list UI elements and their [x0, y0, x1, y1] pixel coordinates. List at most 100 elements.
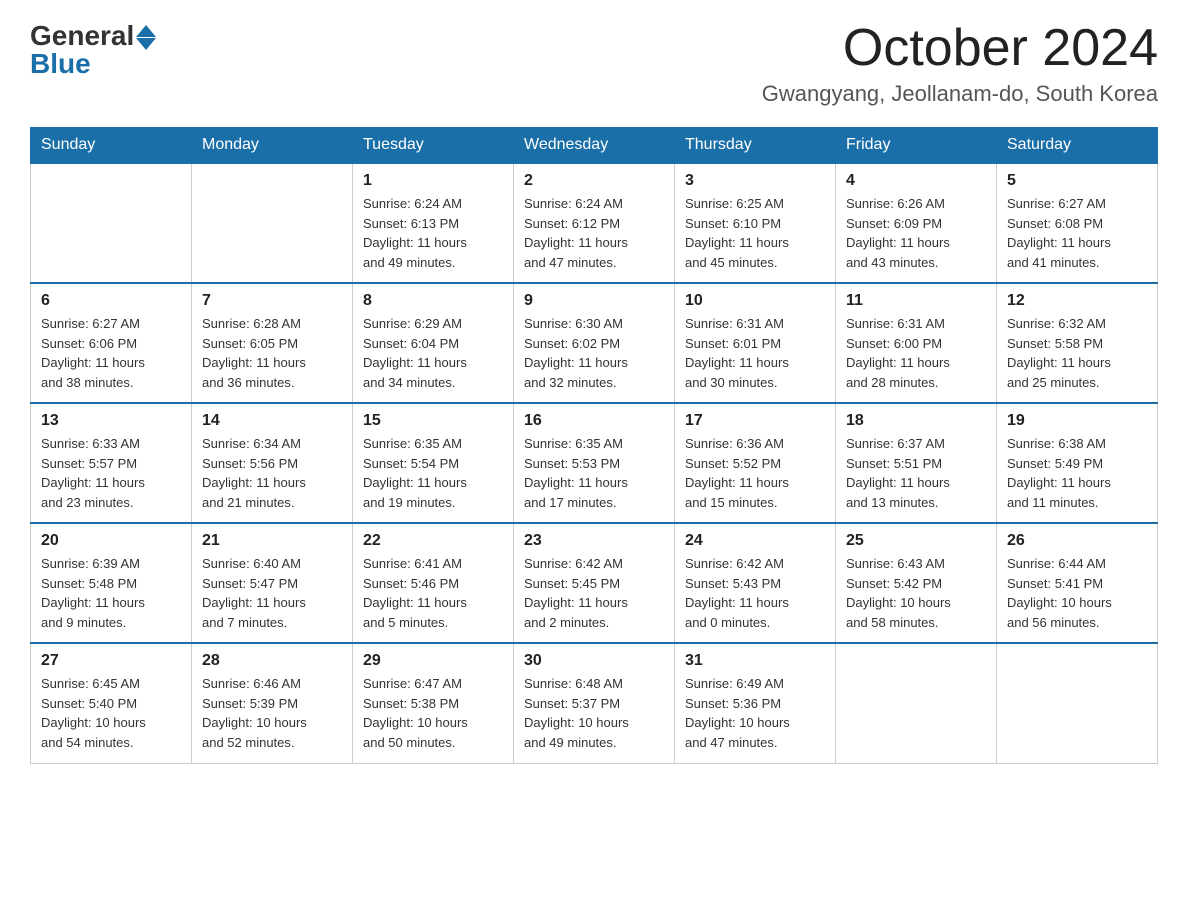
weekday-header-row: SundayMondayTuesdayWednesdayThursdayFrid… — [31, 128, 1158, 164]
day-info: Sunrise: 6:48 AM Sunset: 5:37 PM Dayligh… — [524, 674, 664, 752]
day-number: 23 — [524, 532, 664, 550]
day-number: 17 — [685, 412, 825, 430]
calendar-day-25: 25Sunrise: 6:43 AM Sunset: 5:42 PM Dayli… — [836, 523, 997, 643]
logo-blue: Blue — [30, 48, 91, 80]
day-info: Sunrise: 6:42 AM Sunset: 5:43 PM Dayligh… — [685, 554, 825, 632]
calendar-day-empty — [31, 163, 192, 283]
day-number: 27 — [41, 652, 181, 670]
day-number: 7 — [202, 292, 342, 310]
weekday-header-thursday: Thursday — [675, 128, 836, 164]
calendar-day-13: 13 Sunrise: 6:33 AM Sunset: 5:57 PM Dayli… — [31, 403, 192, 523]
calendar-day-30: 30 Sunrise: 6:48 AM Sunset: 5:37 PM Dayli… — [514, 643, 675, 763]
day-info: Sunrise: 6:41 AM Sunset: 5:46 PM Dayligh… — [363, 554, 503, 632]
calendar-day-23: 23 Sunrise: 6:42 AM Sunset: 5:45 PM Dayli… — [514, 523, 675, 643]
calendar-day-14: 14 Sunrise: 6:34 AM Sunset: 5:56 PM Dayli… — [192, 403, 353, 523]
day-number: 11 — [846, 292, 986, 310]
day-number: 15 — [363, 412, 503, 430]
calendar-day-16: 16 Sunrise: 6:35 AM Sunset: 5:53 PM Dayli… — [514, 403, 675, 523]
day-info: Sunrise: 6:46 AM Sunset: 5:39 PM Dayligh… — [202, 674, 342, 752]
day-number: 12 — [1007, 292, 1147, 310]
calendar-day-17: 17Sunrise: 6:36 AM Sunset: 5:52 PM Dayli… — [675, 403, 836, 523]
day-number: 19 — [1007, 412, 1147, 430]
calendar-day-27: 27 Sunrise: 6:45 AM Sunset: 5:40 PM Dayli… — [31, 643, 192, 763]
calendar-day-29: 29 Sunrise: 6:47 AM Sunset: 5:38 PM Dayli… — [353, 643, 514, 763]
day-info: Sunrise: 6:31 AM Sunset: 6:01 PM Dayligh… — [685, 314, 825, 392]
calendar-day-2: 2 Sunrise: 6:24 AM Sunset: 6:12 PM Daylig… — [514, 163, 675, 283]
calendar-day-26: 26 Sunrise: 6:44 AM Sunset: 5:41 PM Dayli… — [997, 523, 1158, 643]
day-number: 29 — [363, 652, 503, 670]
day-number: 3 — [685, 172, 825, 190]
day-info: Sunrise: 6:33 AM Sunset: 5:57 PM Dayligh… — [41, 434, 181, 512]
day-info: Sunrise: 6:35 AM Sunset: 5:53 PM Dayligh… — [524, 434, 664, 512]
day-info: Sunrise: 6:49 AM Sunset: 5:36 PM Dayligh… — [685, 674, 825, 752]
weekday-header-saturday: Saturday — [997, 128, 1158, 164]
day-number: 20 — [41, 532, 181, 550]
day-info: Sunrise: 6:47 AM Sunset: 5:38 PM Dayligh… — [363, 674, 503, 752]
calendar-week-row: 13 Sunrise: 6:33 AM Sunset: 5:57 PM Dayli… — [31, 403, 1158, 523]
day-info: Sunrise: 6:26 AM Sunset: 6:09 PM Dayligh… — [846, 194, 986, 272]
calendar-day-15: 15 Sunrise: 6:35 AM Sunset: 5:54 PM Dayli… — [353, 403, 514, 523]
day-number: 1 — [363, 172, 503, 190]
day-number: 26 — [1007, 532, 1147, 550]
day-info: Sunrise: 6:30 AM Sunset: 6:02 PM Dayligh… — [524, 314, 664, 392]
day-number: 16 — [524, 412, 664, 430]
weekday-header-tuesday: Tuesday — [353, 128, 514, 164]
calendar-week-row: 6 Sunrise: 6:27 AM Sunset: 6:06 PM Daylig… — [31, 283, 1158, 403]
calendar-day-10: 10 Sunrise: 6:31 AM Sunset: 6:01 PM Dayli… — [675, 283, 836, 403]
calendar-day-21: 21 Sunrise: 6:40 AM Sunset: 5:47 PM Dayli… — [192, 523, 353, 643]
weekday-header-monday: Monday — [192, 128, 353, 164]
day-number: 14 — [202, 412, 342, 430]
day-info: Sunrise: 6:40 AM Sunset: 5:47 PM Dayligh… — [202, 554, 342, 632]
day-info: Sunrise: 6:39 AM Sunset: 5:48 PM Dayligh… — [41, 554, 181, 632]
day-number: 30 — [524, 652, 664, 670]
month-year-title: October 2024 — [762, 20, 1158, 77]
day-number: 24 — [685, 532, 825, 550]
day-number: 28 — [202, 652, 342, 670]
day-info: Sunrise: 6:25 AM Sunset: 6:10 PM Dayligh… — [685, 194, 825, 272]
calendar-day-5: 5 Sunrise: 6:27 AM Sunset: 6:08 PM Daylig… — [997, 163, 1158, 283]
calendar-day-9: 9Sunrise: 6:30 AM Sunset: 6:02 PM Daylig… — [514, 283, 675, 403]
day-number: 5 — [1007, 172, 1147, 190]
day-number: 25 — [846, 532, 986, 550]
calendar-day-12: 12 Sunrise: 6:32 AM Sunset: 5:58 PM Dayli… — [997, 283, 1158, 403]
calendar-day-22: 22 Sunrise: 6:41 AM Sunset: 5:46 PM Dayli… — [353, 523, 514, 643]
calendar-day-empty — [192, 163, 353, 283]
title-area: October 2024 Gwangyang, Jeollanam-do, So… — [762, 20, 1158, 107]
page-header: General Blue October 2024 Gwangyang, Jeo… — [30, 20, 1158, 107]
day-number: 18 — [846, 412, 986, 430]
day-info: Sunrise: 6:35 AM Sunset: 5:54 PM Dayligh… — [363, 434, 503, 512]
calendar-day-4: 4 Sunrise: 6:26 AM Sunset: 6:09 PM Daylig… — [836, 163, 997, 283]
day-number: 21 — [202, 532, 342, 550]
day-number: 4 — [846, 172, 986, 190]
day-number: 22 — [363, 532, 503, 550]
day-info: Sunrise: 6:32 AM Sunset: 5:58 PM Dayligh… — [1007, 314, 1147, 392]
calendar-day-1: 1Sunrise: 6:24 AM Sunset: 6:13 PM Daylig… — [353, 163, 514, 283]
location-subtitle: Gwangyang, Jeollanam-do, South Korea — [762, 81, 1158, 107]
day-number: 10 — [685, 292, 825, 310]
calendar-week-row: 20 Sunrise: 6:39 AM Sunset: 5:48 PM Dayli… — [31, 523, 1158, 643]
calendar-day-18: 18 Sunrise: 6:37 AM Sunset: 5:51 PM Dayli… — [836, 403, 997, 523]
day-info: Sunrise: 6:38 AM Sunset: 5:49 PM Dayligh… — [1007, 434, 1147, 512]
day-number: 2 — [524, 172, 664, 190]
day-info: Sunrise: 6:34 AM Sunset: 5:56 PM Dayligh… — [202, 434, 342, 512]
day-info: Sunrise: 6:24 AM Sunset: 6:12 PM Dayligh… — [524, 194, 664, 272]
day-number: 8 — [363, 292, 503, 310]
weekday-header-friday: Friday — [836, 128, 997, 164]
day-number: 6 — [41, 292, 181, 310]
day-info: Sunrise: 6:45 AM Sunset: 5:40 PM Dayligh… — [41, 674, 181, 752]
calendar-day-empty — [997, 643, 1158, 763]
day-info: Sunrise: 6:37 AM Sunset: 5:51 PM Dayligh… — [846, 434, 986, 512]
calendar-table: SundayMondayTuesdayWednesdayThursdayFrid… — [30, 127, 1158, 764]
day-info: Sunrise: 6:44 AM Sunset: 5:41 PM Dayligh… — [1007, 554, 1147, 632]
day-info: Sunrise: 6:29 AM Sunset: 6:04 PM Dayligh… — [363, 314, 503, 392]
day-info: Sunrise: 6:27 AM Sunset: 6:06 PM Dayligh… — [41, 314, 181, 392]
day-number: 13 — [41, 412, 181, 430]
calendar-day-8: 8 Sunrise: 6:29 AM Sunset: 6:04 PM Daylig… — [353, 283, 514, 403]
calendar-day-11: 11 Sunrise: 6:31 AM Sunset: 6:00 PM Dayli… — [836, 283, 997, 403]
day-info: Sunrise: 6:31 AM Sunset: 6:00 PM Dayligh… — [846, 314, 986, 392]
calendar-day-7: 7Sunrise: 6:28 AM Sunset: 6:05 PM Daylig… — [192, 283, 353, 403]
day-info: Sunrise: 6:27 AM Sunset: 6:08 PM Dayligh… — [1007, 194, 1147, 272]
calendar-day-empty — [836, 643, 997, 763]
day-info: Sunrise: 6:42 AM Sunset: 5:45 PM Dayligh… — [524, 554, 664, 632]
calendar-day-19: 19 Sunrise: 6:38 AM Sunset: 5:49 PM Dayli… — [997, 403, 1158, 523]
